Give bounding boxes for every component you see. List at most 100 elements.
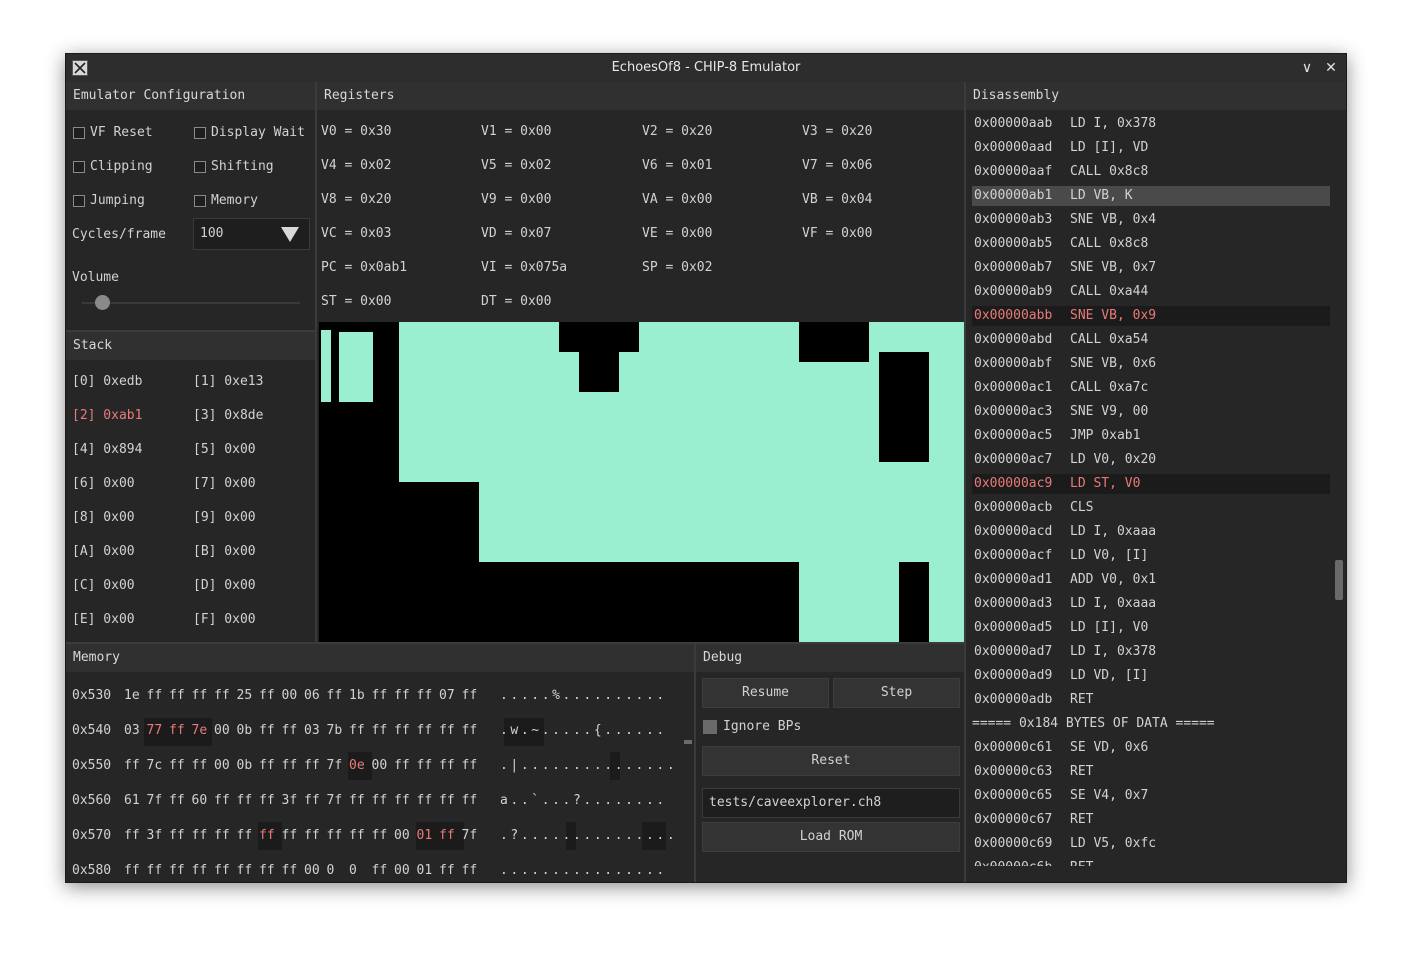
memory-byte[interactable]: 03	[304, 723, 320, 739]
memory-byte[interactable]: ff	[259, 688, 275, 704]
memory-byte[interactable]: ff	[304, 828, 320, 844]
memory-byte[interactable]: 00	[214, 758, 230, 774]
memory-rows[interactable]: 0x530 1e ff ff ff ff 25 ff 00 06 ff 1b ff ff ff 07 ff...…	[66, 644, 686, 874]
memory-byte[interactable]: ff	[372, 793, 388, 809]
disassembly-line[interactable]: 0x00000c63 RET	[972, 762, 1330, 782]
disassembly-scrollbar[interactable]	[1335, 560, 1343, 600]
step-button[interactable]: Step	[833, 678, 960, 708]
memory-byte[interactable]: ff	[304, 758, 320, 774]
memory-byte[interactable]: ff	[169, 863, 185, 874]
memory-byte[interactable]: ff	[192, 828, 208, 844]
jumping-checkbox[interactable]	[73, 195, 85, 207]
memory-byte[interactable]: 01	[417, 828, 433, 844]
ignore-bps-checkbox[interactable]	[703, 720, 717, 734]
vf-reset-checkbox[interactable]	[73, 127, 85, 139]
memory-byte[interactable]: ff	[282, 863, 298, 874]
memory-byte[interactable]: ff	[214, 863, 230, 874]
memory-byte[interactable]: ff	[372, 828, 388, 844]
memory-byte[interactable]: 60	[192, 793, 208, 809]
memory-byte[interactable]: ff	[462, 758, 478, 774]
memory-byte[interactable]: ff	[304, 793, 320, 809]
disassembly-line[interactable]: 0x00000ab1 LD VB, K	[972, 186, 1330, 206]
memory-byte[interactable]: ff	[169, 793, 185, 809]
clipping-checkbox[interactable]	[73, 161, 85, 173]
data-separator-row[interactable]: ===== 0x184 BYTES OF DATA =====	[972, 714, 1330, 734]
memory-byte[interactable]: ff	[439, 723, 455, 739]
memory-byte[interactable]: 03	[124, 723, 140, 739]
memory-byte[interactable]: ff	[259, 828, 275, 844]
memory-byte[interactable]: 7f	[147, 793, 163, 809]
disassembly-line[interactable]: 0x00000aaf CALL 0x8c8	[972, 162, 1330, 182]
memory-byte[interactable]: ff	[372, 863, 388, 874]
memory-byte[interactable]: ff	[349, 793, 365, 809]
disassembly-line[interactable]: 0x00000ad3 LD I, 0xaaa	[972, 594, 1330, 614]
memory-byte[interactable]: 00	[394, 863, 410, 874]
memory-byte[interactable]: ff	[147, 688, 163, 704]
memory-scrollbar[interactable]	[684, 740, 692, 744]
disassembly-line[interactable]: 0x00000ad5 LD [I], V0	[972, 618, 1330, 638]
memory-byte[interactable]: 1e	[124, 688, 140, 704]
memory-byte[interactable]: ff	[282, 723, 298, 739]
disassembly-line[interactable]: 0x00000ad1 ADD V0, 0x1	[972, 570, 1330, 590]
memory-byte[interactable]: ff	[462, 863, 478, 874]
disassembly-list[interactable]: 0x00000aab LD I, 0x378 0x00000aad LD [I], V…	[966, 114, 1330, 866]
minimize-chevron-icon[interactable]: ∨	[1297, 58, 1317, 78]
memory-byte[interactable]: ff	[394, 723, 410, 739]
memory-byte[interactable]: ff	[214, 688, 230, 704]
close-icon[interactable]: ✕	[1321, 58, 1341, 78]
reset-button[interactable]: Reset	[702, 746, 960, 776]
memory-byte[interactable]: 06	[304, 688, 320, 704]
memory-byte[interactable]: 01	[417, 863, 433, 874]
memory-byte[interactable]: ff	[372, 723, 388, 739]
memory-byte[interactable]: ff	[192, 758, 208, 774]
memory-byte[interactable]: ff	[169, 758, 185, 774]
memory-byte[interactable]: 7b	[327, 723, 343, 739]
memory-byte[interactable]: ff	[169, 723, 185, 739]
disassembly-line[interactable]: 0x00000abd CALL 0xa54	[972, 330, 1330, 350]
display-wait-checkbox[interactable]	[194, 127, 206, 139]
memory-byte[interactable]: ff	[259, 793, 275, 809]
memory-byte[interactable]: ff	[147, 863, 163, 874]
disassembly-line[interactable]: 0x00000ac7 LD V0, 0x20	[972, 450, 1330, 470]
memory-byte[interactable]: ff	[169, 828, 185, 844]
disassembly-line[interactable]: 0x00000c65 SE V4, 0x7	[972, 786, 1330, 806]
memory-byte[interactable]: ff	[327, 828, 343, 844]
memory-checkbox[interactable]	[194, 195, 206, 207]
disassembly-line[interactable]: 0x00000aab LD I, 0x378	[972, 114, 1330, 134]
disassembly-line[interactable]: 0x00000ab9 CALL 0xa44	[972, 282, 1330, 302]
memory-byte[interactable]: ff	[417, 688, 433, 704]
memory-byte[interactable]: 7c	[147, 758, 163, 774]
memory-byte[interactable]: 00	[304, 863, 320, 874]
memory-byte[interactable]: 07	[439, 688, 455, 704]
memory-byte[interactable]: ff	[259, 863, 275, 874]
disassembly-line[interactable]: 0x00000c61 SE VD, 0x6	[972, 738, 1330, 758]
disassembly-line[interactable]: 0x00000abb SNE VB, 0x9	[972, 306, 1330, 326]
memory-byte[interactable]: 3f	[147, 828, 163, 844]
memory-byte[interactable]: ff	[237, 828, 253, 844]
memory-byte[interactable]: ff	[439, 863, 455, 874]
memory-byte[interactable]: ff	[394, 758, 410, 774]
memory-byte[interactable]: ff	[394, 793, 410, 809]
memory-byte[interactable]: ff	[417, 758, 433, 774]
memory-byte[interactable]: 0b	[237, 758, 253, 774]
memory-byte[interactable]: ff	[259, 758, 275, 774]
disassembly-line[interactable]: 0x00000c69 LD V5, 0xfc	[972, 834, 1330, 854]
memory-byte[interactable]: ff	[439, 793, 455, 809]
memory-byte[interactable]: ff	[439, 828, 455, 844]
memory-byte[interactable]: ff	[417, 793, 433, 809]
disassembly-line[interactable]: 0x00000acb CLS	[972, 498, 1330, 518]
volume-slider-track[interactable]	[82, 302, 300, 304]
memory-byte[interactable]: ff	[349, 723, 365, 739]
memory-byte[interactable]: ff	[282, 828, 298, 844]
disassembly-line[interactable]: 0x00000ac5 JMP 0xab1	[972, 426, 1330, 446]
memory-byte[interactable]: ff	[237, 863, 253, 874]
memory-byte[interactable]: 7f	[327, 793, 343, 809]
memory-byte[interactable]: ff	[124, 758, 140, 774]
disassembly-line[interactable]: 0x00000ac1 CALL 0xa7c	[972, 378, 1330, 398]
disassembly-line[interactable]: 0x00000ad9 LD VD, [I]	[972, 666, 1330, 686]
memory-byte[interactable]: ff	[462, 723, 478, 739]
memory-byte[interactable]: ff	[439, 758, 455, 774]
disassembly-line[interactable]: 0x00000ab7 SNE VB, 0x7	[972, 258, 1330, 278]
disassembly-line[interactable]: 0x00000acd LD I, 0xaaa	[972, 522, 1330, 542]
disassembly-line[interactable]: 0x00000abf SNE VB, 0x6	[972, 354, 1330, 374]
